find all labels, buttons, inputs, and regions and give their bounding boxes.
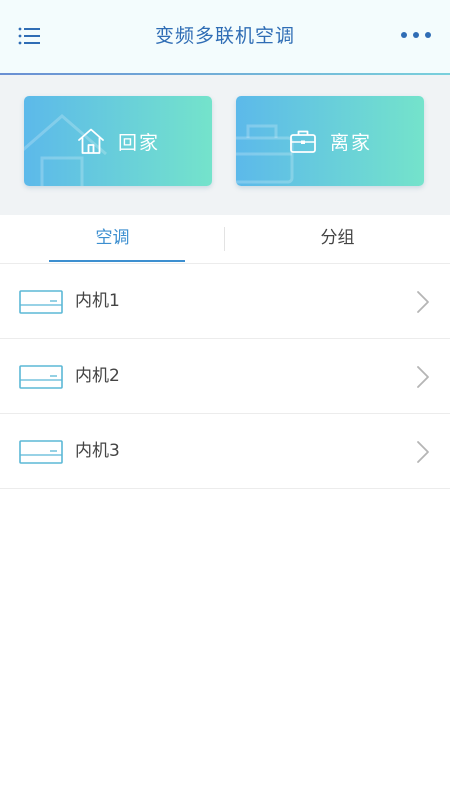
list-menu-icon[interactable] xyxy=(18,26,42,46)
indoor-unit-list: 内机1 内机2 内机3 xyxy=(0,264,450,489)
away-mode-content: 离家 xyxy=(236,96,424,186)
briefcase-icon xyxy=(290,130,316,153)
chevron-right-icon xyxy=(417,441,429,463)
app-header: 变频多联机空调 xyxy=(0,0,450,75)
tab-aircon[interactable]: 空调 xyxy=(0,215,225,263)
tab-groups[interactable]: 分组 xyxy=(225,215,450,263)
more-dots-icon[interactable] xyxy=(400,30,432,40)
unit-label: 内机1 xyxy=(75,291,120,311)
away-mode-button[interactable]: 离家 xyxy=(236,96,424,186)
unit-label: 内机3 xyxy=(75,441,120,461)
home-mode-content: 回家 xyxy=(24,96,212,186)
home-mode-button[interactable]: 回家 xyxy=(24,96,212,186)
ac-unit-icon xyxy=(19,365,63,389)
mode-section: 回家 离家 xyxy=(0,75,450,215)
house-icon xyxy=(78,128,104,154)
list-item-unit-1[interactable]: 内机1 xyxy=(0,264,450,339)
away-mode-label: 离家 xyxy=(329,131,372,154)
list-item-unit-2[interactable]: 内机2 xyxy=(0,339,450,414)
ac-unit-icon xyxy=(19,440,63,464)
app-root: 变频多联机空调 回家 离家 空调 分组 内机1 内机2 内机3 xyxy=(0,0,450,800)
page-title: 变频多联机空调 xyxy=(154,25,295,47)
tab-bar: 空调 分组 xyxy=(0,215,450,264)
ac-unit-icon xyxy=(19,290,63,314)
active-tab-indicator xyxy=(49,260,185,262)
chevron-right-icon xyxy=(417,366,429,388)
list-item-unit-3[interactable]: 内机3 xyxy=(0,414,450,489)
unit-label: 内机2 xyxy=(75,366,120,386)
home-mode-label: 回家 xyxy=(117,131,160,154)
chevron-right-icon xyxy=(417,291,429,313)
